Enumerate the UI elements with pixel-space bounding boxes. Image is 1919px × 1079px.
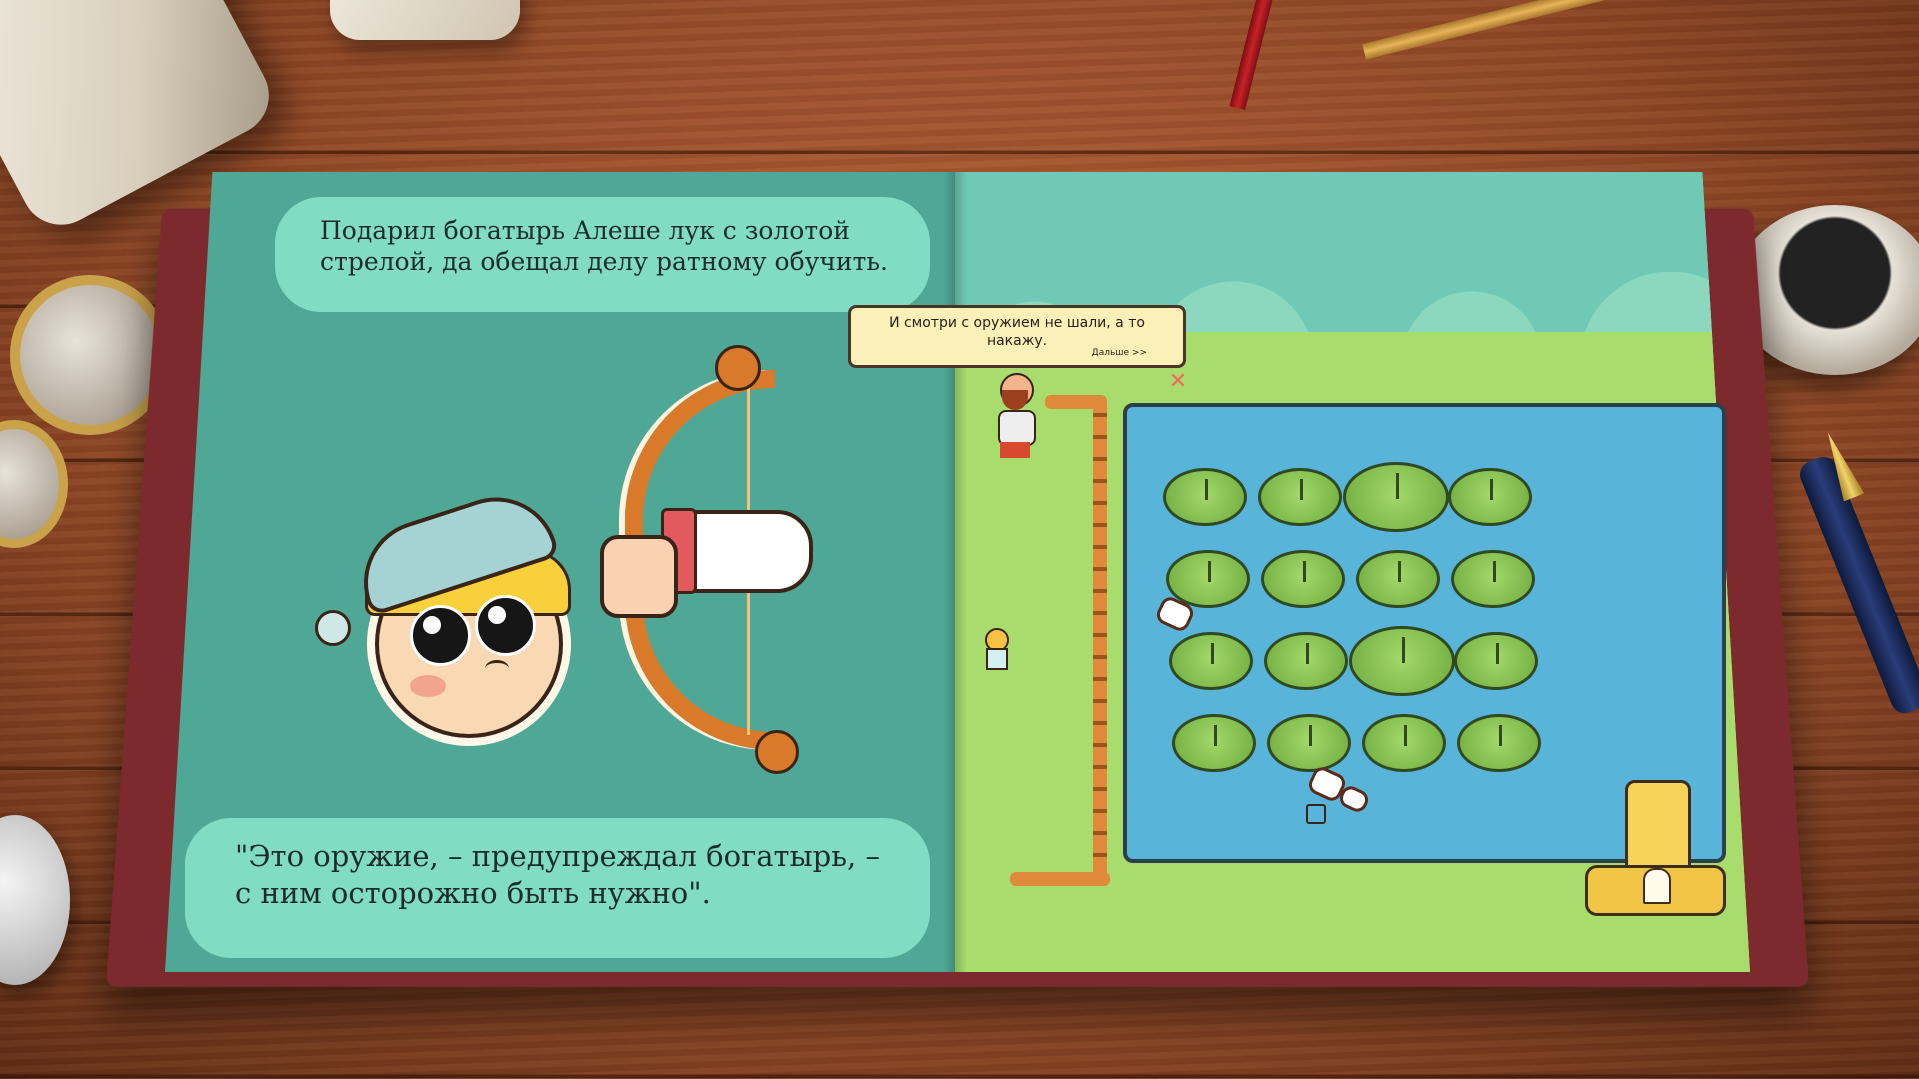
book-spine xyxy=(943,172,967,972)
alesha-body xyxy=(986,648,1008,670)
bogatyr-beard xyxy=(1002,390,1028,410)
lily-pad[interactable] xyxy=(1169,632,1253,690)
lily-pad[interactable] xyxy=(1343,462,1449,532)
hand-holding-bow xyxy=(600,535,678,618)
fence-bottom-rail xyxy=(1010,872,1110,886)
bogatyr-character[interactable] xyxy=(990,365,1040,460)
story-caption-top: Подарил богатырь Алеше лук с золотой стр… xyxy=(275,197,930,312)
bow-in-hand-illustration xyxy=(615,340,815,770)
lily-pad[interactable] xyxy=(1448,468,1532,526)
wooden-fence xyxy=(1093,395,1107,885)
story-caption-top-text: Подарил богатырь Алеше лук с золотой стр… xyxy=(320,216,888,276)
story-caption-bottom-text: "Это оружие, – предупреждал богатырь, – … xyxy=(235,839,880,910)
lily-pad[interactable] xyxy=(1264,632,1348,690)
lily-pad[interactable] xyxy=(1172,714,1256,772)
boy-mouth xyxy=(485,660,509,677)
yellow-tower-building xyxy=(1585,780,1720,915)
target-marker-icon xyxy=(1306,804,1326,824)
glasses-lens-prop xyxy=(10,275,170,435)
lily-pad[interactable] xyxy=(1258,468,1342,526)
dialog-next-button[interactable]: Дальше >> xyxy=(1092,344,1147,362)
bogatyr-body xyxy=(998,410,1036,446)
dialog-box[interactable]: И смотри с оружием не шали, а то накажу.… xyxy=(848,305,1186,368)
cap-pompom xyxy=(315,610,351,646)
x-marker-icon: ✕ xyxy=(1168,372,1188,392)
crying-boy-illustration xyxy=(315,500,585,740)
lily-pad[interactable] xyxy=(1451,550,1535,608)
lily-pad[interactable] xyxy=(1261,550,1345,608)
lily-pad[interactable] xyxy=(1457,714,1541,772)
alesha-character[interactable] xyxy=(980,628,1010,668)
story-caption-bottom: "Это оружие, – предупреждал богатырь, – … xyxy=(185,818,930,958)
tower-door xyxy=(1643,868,1671,904)
mug-prop-2 xyxy=(330,0,520,40)
bow-tip-top xyxy=(715,345,761,391)
lily-pad[interactable] xyxy=(1356,550,1440,608)
bow-tip-bottom xyxy=(755,730,799,774)
lily-pad[interactable] xyxy=(1163,468,1247,526)
bogatyr-legs xyxy=(1000,442,1030,458)
boy-blush xyxy=(410,675,446,697)
boy-eye-right xyxy=(475,595,536,656)
lily-pad[interactable] xyxy=(1349,626,1455,696)
lily-pad[interactable] xyxy=(1454,632,1538,690)
lily-pad[interactable] xyxy=(1362,714,1446,772)
boy-eye-left xyxy=(410,605,471,666)
lily-pad[interactable] xyxy=(1267,714,1351,772)
